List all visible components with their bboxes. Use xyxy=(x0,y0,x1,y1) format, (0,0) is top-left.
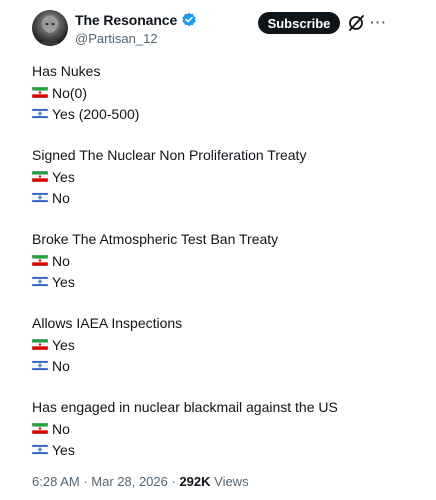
answer-text: No xyxy=(52,357,70,374)
answer-row-iran: No xyxy=(32,418,422,439)
iran-flag-icon xyxy=(32,339,48,350)
israel-flag-icon xyxy=(32,192,48,203)
more-options-icon[interactable]: ··· xyxy=(370,13,388,33)
answer-text: No xyxy=(52,252,70,269)
author-handle[interactable]: @Partisan_12 xyxy=(75,31,158,46)
author-name-row[interactable]: The Resonance xyxy=(75,12,197,28)
israel-flag-icon xyxy=(32,360,48,371)
answer-text: No xyxy=(52,189,70,206)
answer-text: Yes xyxy=(52,441,75,458)
answer-row-israel: No xyxy=(32,187,422,208)
comparison-item: Has engaged in nuclear blackmail against… xyxy=(32,397,422,460)
question-text: Has engaged in nuclear blackmail against… xyxy=(32,399,338,415)
avatar[interactable] xyxy=(32,10,68,46)
question-text: Allows IAEA Inspections xyxy=(32,315,183,331)
tweet-date[interactable]: Mar 28, 2026 xyxy=(91,474,168,489)
answer-row-israel: Yes (200-500) xyxy=(32,103,422,124)
iran-flag-icon xyxy=(32,255,48,266)
answer-row-israel: Yes xyxy=(32,439,422,460)
answer-row-iran: No(0) xyxy=(32,82,422,103)
comparison-item: Allows IAEA Inspections Yes No xyxy=(32,313,422,376)
answer-text: No(0) xyxy=(52,84,88,101)
comparison-item: Signed The Nuclear Non Proliferation Tre… xyxy=(32,145,422,208)
iran-flag-icon xyxy=(32,171,48,182)
answer-row-iran: Yes xyxy=(32,334,422,355)
answer-row-israel: Yes xyxy=(32,271,422,292)
answer-text: Yes xyxy=(52,336,75,353)
tweet-time[interactable]: 6:28 AM xyxy=(32,474,80,489)
tweet-header: The Resonance @Partisan_12 Subscribe ··· xyxy=(0,0,436,56)
answer-text: No xyxy=(52,420,70,437)
subscribe-button[interactable]: Subscribe xyxy=(258,12,340,34)
israel-flag-icon xyxy=(32,276,48,287)
meta-separator: · xyxy=(79,474,92,489)
comparison-item: Broke The Atmospheric Test Ban Treaty No… xyxy=(32,229,422,292)
question-text: Has Nukes xyxy=(32,63,101,79)
answer-text: Yes xyxy=(52,273,75,290)
answer-row-iran: Yes xyxy=(32,166,422,187)
answer-row-iran: No xyxy=(32,250,422,271)
question-text: Signed The Nuclear Non Proliferation Tre… xyxy=(32,147,307,163)
comparison-item: Has Nukes No(0) Yes (200-500) xyxy=(32,61,422,124)
views-label: Views xyxy=(210,474,249,489)
tweet-text: Has Nukes No(0) Yes (200-500) Signed The… xyxy=(32,61,422,481)
answer-text: Yes xyxy=(52,168,75,185)
author-name[interactable]: The Resonance xyxy=(75,12,177,28)
iran-flag-icon xyxy=(32,87,48,98)
answer-text: Yes (200-500) xyxy=(52,105,140,122)
question-text: Broke The Atmospheric Test Ban Treaty xyxy=(32,231,279,247)
views-count: 292K xyxy=(179,474,211,489)
israel-flag-icon xyxy=(32,108,48,119)
grok-icon[interactable] xyxy=(346,13,366,33)
israel-flag-icon xyxy=(32,444,48,455)
answer-row-israel: No xyxy=(32,355,422,376)
verified-badge-icon xyxy=(181,12,197,28)
iran-flag-icon xyxy=(32,423,48,434)
meta-separator: · xyxy=(167,474,180,489)
tweet-meta: 6:28 AM · Mar 28, 2026 · 292K Views xyxy=(32,474,249,489)
